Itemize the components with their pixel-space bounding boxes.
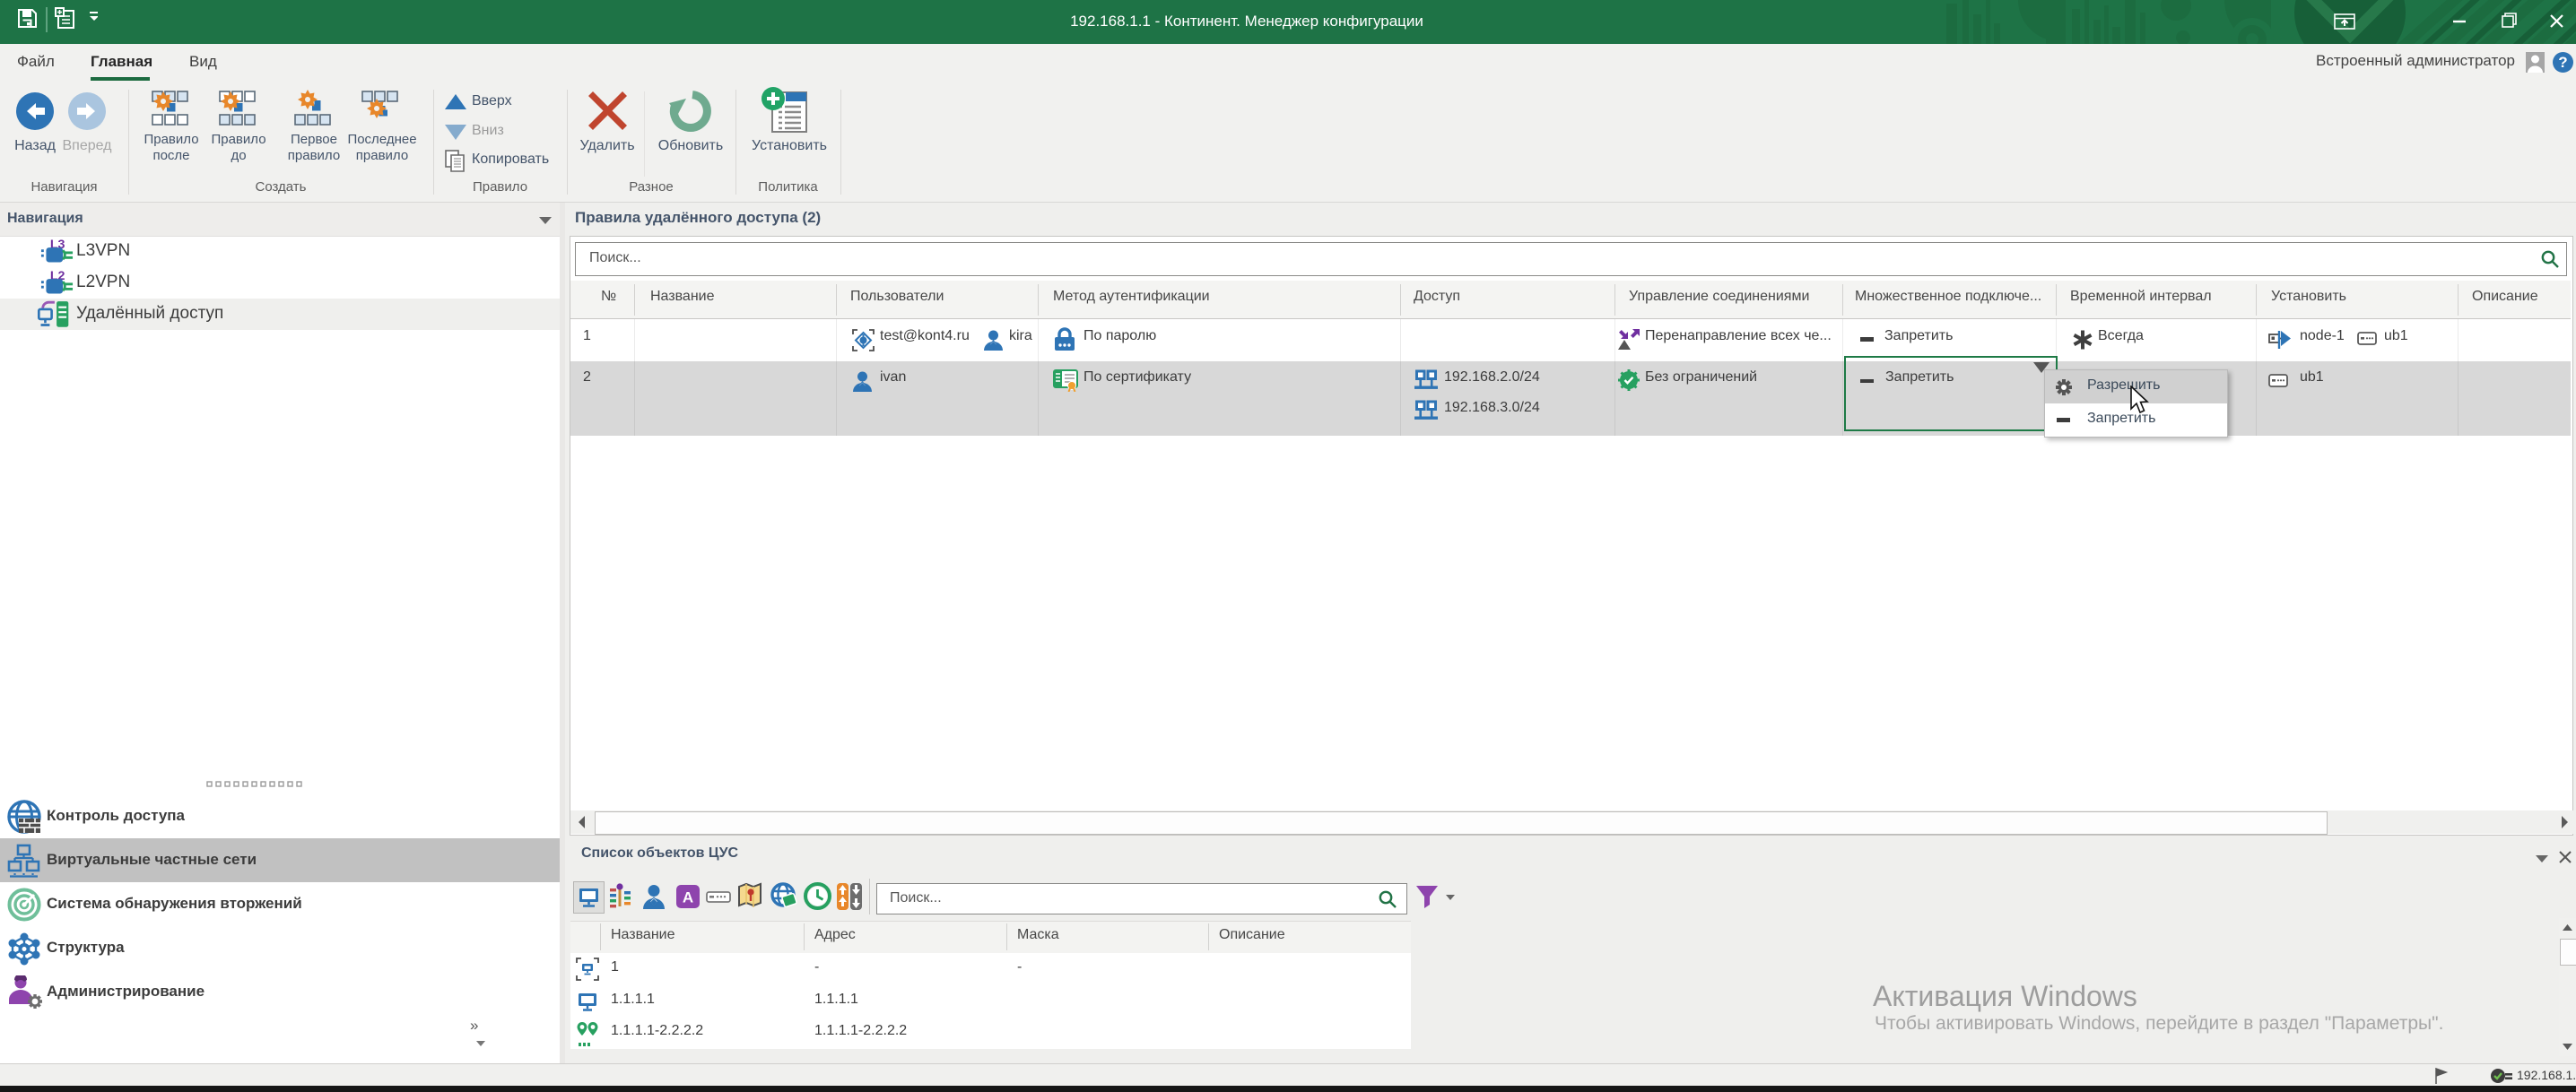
svg-text:A: A xyxy=(683,889,693,906)
